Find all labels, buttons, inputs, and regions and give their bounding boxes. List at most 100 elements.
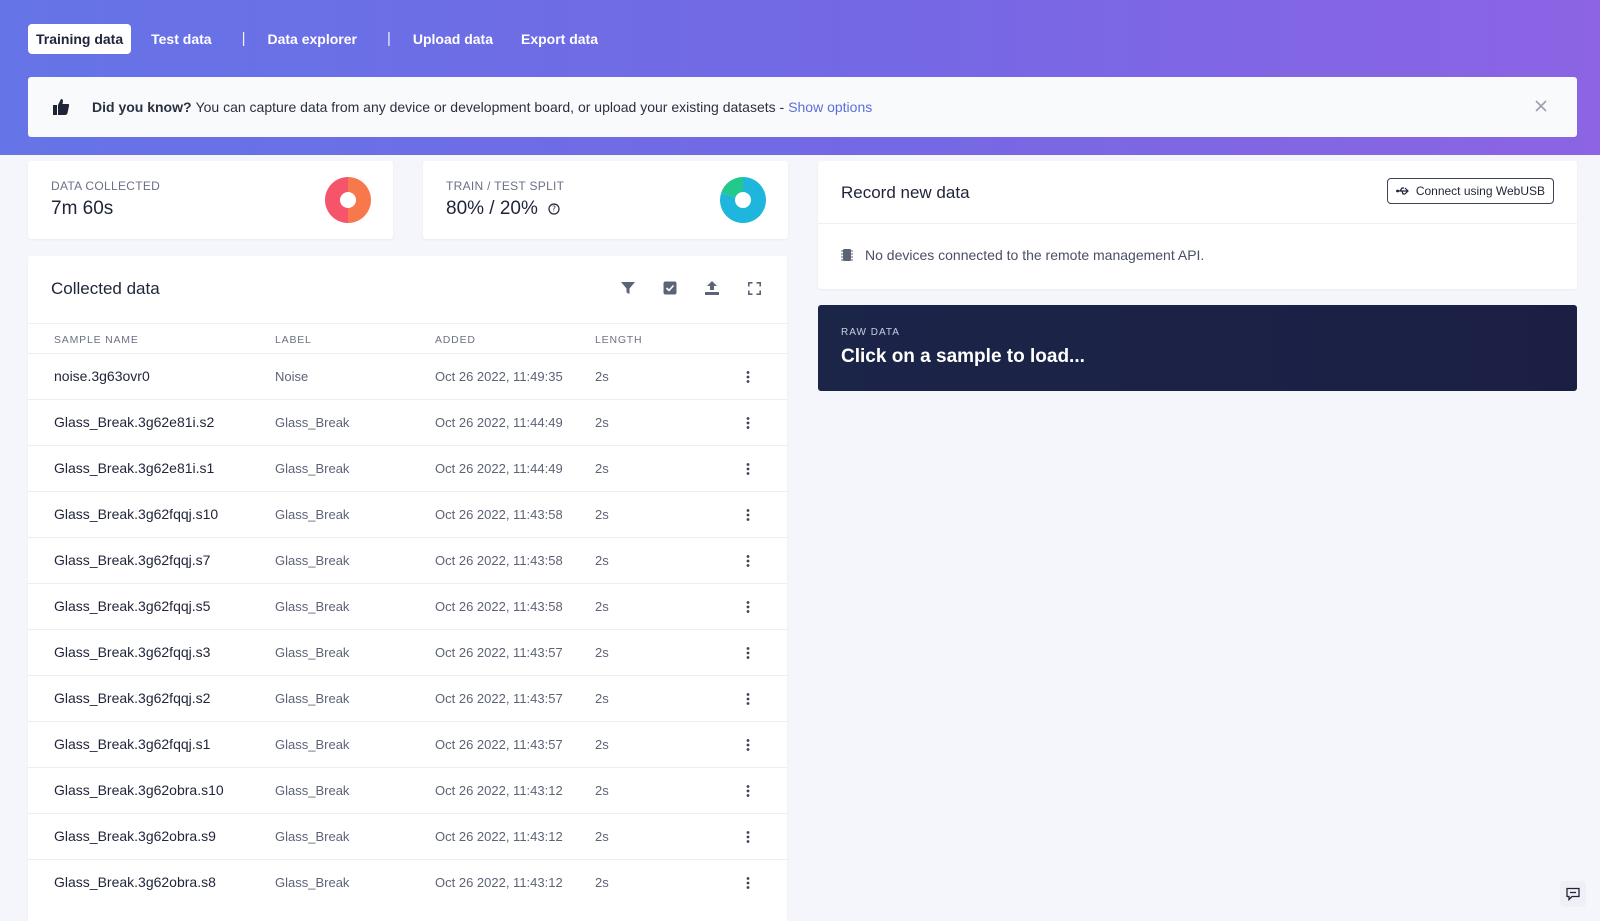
column-sample-name[interactable]: SAMPLE NAME — [54, 334, 139, 346]
more-vertical-icon[interactable] — [739, 368, 757, 386]
sample-added: Oct 26 2022, 11:44:49 — [435, 461, 563, 476]
sample-name: Glass_Break.3g62obra.s10 — [54, 782, 224, 798]
table-row[interactable]: Glass_Break.3g62obra.s9 Glass_Break Oct 26… — [28, 813, 787, 859]
tab-training-data[interactable]: Training data — [28, 23, 132, 54]
more-vertical-icon[interactable] — [739, 736, 757, 754]
tab-separator: | — [241, 30, 246, 47]
sample-length: 2s — [595, 415, 609, 430]
column-added[interactable]: ADDED — [435, 334, 476, 346]
help-icon[interactable]: ? — [548, 203, 560, 215]
record-new-data-title: Record new data — [841, 183, 970, 202]
tab-data-explorer[interactable]: Data explorer — [259, 24, 364, 54]
sample-added: Oct 26 2022, 11:49:35 — [435, 369, 563, 384]
more-vertical-icon[interactable] — [739, 874, 757, 892]
column-length[interactable]: LENGTH — [595, 334, 642, 346]
table-header: SAMPLE NAME LABEL ADDED LENGTH — [28, 323, 787, 353]
sample-label: Glass_Break — [275, 645, 350, 660]
tab-test-data[interactable]: Test data — [143, 24, 219, 54]
sample-added: Oct 26 2022, 11:43:57 — [435, 737, 563, 752]
tab-upload-data[interactable]: Upload data — [405, 24, 501, 54]
table-row[interactable]: Glass_Break.3g62fqqj.s2 Glass_Break Oct 26… — [28, 675, 787, 721]
sample-label: Glass_Break — [275, 507, 350, 522]
sample-length: 2s — [595, 737, 609, 752]
tab-separator: | — [386, 30, 391, 47]
sample-label: Glass_Break — [275, 461, 350, 476]
no-devices-message: No devices connected to the remote manag… — [841, 247, 1204, 263]
sample-label: Glass_Break — [275, 553, 350, 568]
sample-added: Oct 26 2022, 11:43:12 — [435, 783, 563, 798]
train-test-split-amount: 80% / 20% — [446, 198, 538, 219]
more-vertical-icon[interactable] — [739, 782, 757, 800]
sample-name: Glass_Break.3g62e81i.s2 — [54, 414, 215, 430]
tab-export-data[interactable]: Export data — [513, 24, 606, 54]
data-collected-value: 7m 60s — [51, 198, 113, 220]
sample-added: Oct 26 2022, 11:43:58 — [435, 599, 563, 614]
collected-data-panel: Collected data SAMPLE NAME LABEL ADDED L… — [28, 256, 787, 921]
sample-length: 2s — [595, 553, 609, 568]
svg-text:?: ? — [552, 205, 556, 214]
data-collected-label: DATA COLLECTED — [51, 179, 161, 193]
raw-data-panel: RAW DATA Click on a sample to load... — [818, 305, 1577, 391]
table-row[interactable]: Glass_Break.3g62fqqj.s7 Glass_Break Oct 26… — [28, 537, 787, 583]
sample-length: 2s — [595, 461, 609, 476]
sample-name: Glass_Break.3g62fqqj.s3 — [54, 644, 211, 660]
more-vertical-icon[interactable] — [739, 552, 757, 570]
sample-length: 2s — [595, 829, 609, 844]
sample-length: 2s — [595, 369, 609, 384]
close-icon[interactable] — [1531, 96, 1551, 116]
table-row[interactable]: Glass_Break.3g62e81i.s2 Glass_Break Oct 26… — [28, 399, 787, 445]
table-row[interactable]: Glass_Break.3g62fqqj.s1 Glass_Break Oct 26… — [28, 721, 787, 767]
more-vertical-icon[interactable] — [739, 644, 757, 662]
table-row[interactable]: Glass_Break.3g62fqqj.s3 Glass_Break Oct 26… — [28, 629, 787, 675]
banner-text: You can capture data from any device or … — [195, 99, 785, 115]
sample-name: Glass_Break.3g62fqqj.s7 — [54, 552, 211, 568]
sample-name: Glass_Break.3g62fqqj.s5 — [54, 598, 211, 614]
sample-label: Noise — [275, 369, 309, 384]
usb-icon — [1395, 187, 1409, 195]
table-row[interactable]: noise.3g63ovr0 Noise Oct 26 2022, 11:49:35… — [28, 353, 787, 399]
connect-webusb-label: Connect using WebUSB — [1415, 184, 1545, 198]
upload-icon[interactable] — [703, 279, 721, 297]
sample-name: Glass_Break.3g62fqqj.s1 — [54, 736, 211, 752]
sample-added: Oct 26 2022, 11:43:58 — [435, 553, 563, 568]
table-row[interactable]: Glass_Break.3g62fqqj.s10 Glass_Break Oct 2… — [28, 491, 787, 537]
donut-collected-right — [348, 177, 371, 223]
sample-name: Glass_Break.3g62fqqj.s10 — [54, 506, 219, 522]
column-label[interactable]: LABEL — [275, 334, 312, 346]
data-collected-amount: 7m 60s — [51, 198, 114, 219]
sample-name: Glass_Break.3g62obra.s8 — [54, 874, 216, 890]
connect-webusb-button[interactable]: Connect using WebUSB — [1386, 178, 1554, 204]
more-vertical-icon[interactable] — [739, 506, 757, 524]
fullscreen-icon[interactable] — [745, 279, 763, 297]
collected-data-title: Collected data — [51, 279, 160, 298]
sample-length: 2s — [595, 645, 609, 660]
checkbox-icon[interactable] — [661, 279, 679, 297]
did-you-know-banner: Did you know? You can capture data from … — [28, 77, 1577, 137]
more-vertical-icon[interactable] — [739, 828, 757, 846]
data-collected-donut — [325, 177, 371, 223]
more-vertical-icon[interactable] — [739, 414, 757, 432]
more-vertical-icon[interactable] — [739, 690, 757, 708]
more-vertical-icon[interactable] — [739, 460, 757, 478]
collected-data-rows: noise.3g63ovr0 Noise Oct 26 2022, 11:49:35… — [28, 353, 787, 905]
raw-data-placeholder: Click on a sample to load... — [841, 346, 1085, 367]
sample-added: Oct 26 2022, 11:43:12 — [435, 829, 563, 844]
show-options-link[interactable]: Show options — [788, 99, 872, 115]
table-row[interactable]: Glass_Break.3g62e81i.s1 Glass_Break Oct 26… — [28, 445, 787, 491]
table-row[interactable]: Glass_Break.3g62fqqj.s5 Glass_Break Oct 26… — [28, 583, 787, 629]
table-row[interactable]: Glass_Break.3g62obra.s10 Glass_Break Oct 2… — [28, 767, 787, 813]
sample-length: 2s — [595, 599, 609, 614]
raw-data-label: RAW DATA — [841, 327, 900, 338]
sample-added: Oct 26 2022, 11:44:49 — [435, 415, 563, 430]
data-collected-card: DATA COLLECTED 7m 60s — [28, 161, 393, 239]
feedback-icon[interactable] — [1560, 881, 1586, 907]
sample-name: noise.3g63ovr0 — [54, 368, 150, 384]
sample-added: Oct 26 2022, 11:43:57 — [435, 691, 563, 706]
train-test-split-donut — [720, 177, 766, 223]
sample-label: Glass_Break — [275, 829, 350, 844]
more-vertical-icon[interactable] — [739, 598, 757, 616]
data-tabs: Training data Test data | Data explorer … — [28, 23, 618, 54]
sample-name: Glass_Break.3g62e81i.s1 — [54, 460, 215, 476]
table-row[interactable]: Glass_Break.3g62obra.s8 Glass_Break Oct 26… — [28, 859, 787, 905]
filter-icon[interactable] — [619, 279, 637, 297]
